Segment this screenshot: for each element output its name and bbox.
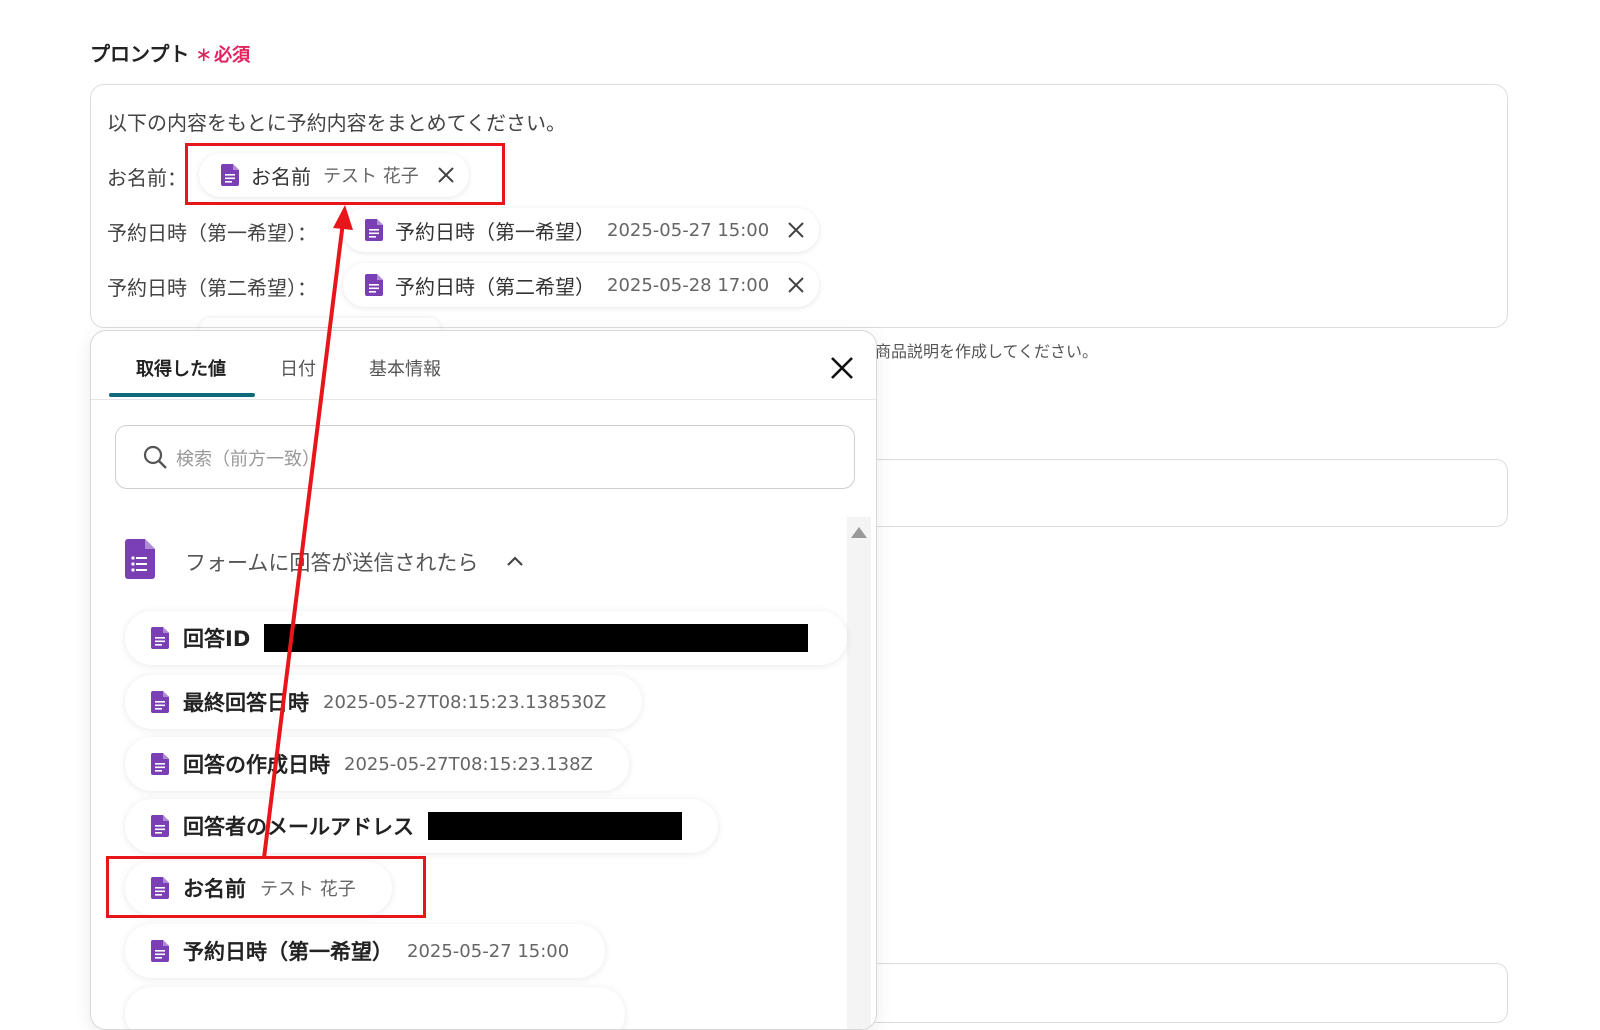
variable-chip-second-choice[interactable]: 予約日時（第二希望） 2025-05-28 17:00 xyxy=(343,263,820,307)
item-value: 2025-05-27 15:00 xyxy=(407,940,570,962)
variable-picker-panel: 取得した値 日付 基本情報 フォームに回答が送信されたら 回答ID 最終回答日時… xyxy=(90,330,877,1030)
highlight-box-list-item xyxy=(106,856,426,918)
google-forms-doc-icon xyxy=(151,940,169,962)
search-box[interactable] xyxy=(115,425,855,489)
google-forms-doc-icon xyxy=(365,219,383,241)
prompt-row-prefix-second-choice: 予約日時（第二希望）： xyxy=(107,276,317,300)
variable-chip-first-choice[interactable]: 予約日時（第一希望） 2025-05-27 15:00 xyxy=(343,208,820,252)
search-input[interactable] xyxy=(174,438,818,480)
redacted-value xyxy=(428,812,682,840)
close-icon[interactable] xyxy=(829,355,855,381)
tab-date[interactable]: 日付 xyxy=(280,355,316,381)
item-label: 最終回答日時 xyxy=(183,691,309,715)
search-icon xyxy=(143,445,167,469)
active-tab-indicator xyxy=(109,393,255,397)
google-forms-doc-icon xyxy=(151,691,169,713)
highlight-box-chip xyxy=(185,143,505,205)
scrollbar-track[interactable] xyxy=(847,517,871,1029)
prompt-row-prefix-name: お名前： xyxy=(107,166,187,190)
prompt-editor[interactable]: 以下の内容をもとに予約内容をまとめてください。 お名前： お名前 テスト 花子 … xyxy=(90,84,1508,328)
item-label: 回答の作成日時 xyxy=(183,753,330,777)
helper-text: 商品説明を作成してください。 xyxy=(875,342,1099,361)
item-value: 2025-05-27T08:15:23.138Z xyxy=(344,753,593,775)
list-item-first-choice[interactable]: 予約日時（第一希望） 2025-05-27 15:00 xyxy=(125,924,606,978)
google-forms-doc-icon xyxy=(151,815,169,837)
item-label: 予約日時（第一希望） xyxy=(183,940,393,964)
close-icon[interactable] xyxy=(787,276,805,294)
close-icon[interactable] xyxy=(787,221,805,239)
prompt-row-prefix-first-choice: 予約日時（第一希望）： xyxy=(107,221,317,245)
scroll-up-arrow[interactable] xyxy=(851,527,867,538)
list-item-created-time[interactable]: 回答の作成日時 2025-05-27T08:15:23.138Z xyxy=(125,737,629,791)
google-forms-icon xyxy=(125,539,155,579)
item-value: 2025-05-27T08:15:23.138530Z xyxy=(323,691,607,713)
tab-basic-info[interactable]: 基本情報 xyxy=(369,355,441,381)
required-star: ∗ xyxy=(195,42,213,66)
item-label: 回答者のメールアドレス xyxy=(183,815,414,839)
required-text: 必須 xyxy=(214,45,251,66)
prompt-label-text: プロンプト xyxy=(90,42,190,66)
chip-value: 2025-05-27 15:00 xyxy=(607,219,770,241)
chevron-up-icon[interactable] xyxy=(505,551,525,571)
background-input-field[interactable] xyxy=(860,963,1508,1023)
list-item-partial[interactable] xyxy=(125,987,625,1029)
google-forms-doc-icon xyxy=(365,274,383,296)
list-item-last-response-time[interactable]: 最終回答日時 2025-05-27T08:15:23.138530Z xyxy=(125,675,643,729)
group-title[interactable]: フォームに回答が送信されたら xyxy=(185,547,478,577)
tab-divider xyxy=(91,399,876,400)
chip-value: 2025-05-28 17:00 xyxy=(607,274,770,296)
list-item-respondent-email[interactable]: 回答者のメールアドレス xyxy=(125,799,718,853)
redacted-value xyxy=(264,624,809,652)
list-item-response-id[interactable]: 回答ID xyxy=(125,611,847,665)
tab-acquired-values[interactable]: 取得した値 xyxy=(136,355,226,381)
chip-name: 予約日時（第二希望） xyxy=(395,274,595,299)
google-forms-doc-icon xyxy=(151,627,169,649)
chip-name: 予約日時（第一希望） xyxy=(395,219,595,244)
prompt-label: プロンプト ∗ 必須 xyxy=(90,38,250,67)
item-label: 回答ID xyxy=(183,627,251,651)
prompt-line-1: 以下の内容をもとに予約内容をまとめてください。 xyxy=(107,111,566,135)
google-forms-doc-icon xyxy=(151,753,169,775)
background-input-field[interactable] xyxy=(860,459,1508,527)
